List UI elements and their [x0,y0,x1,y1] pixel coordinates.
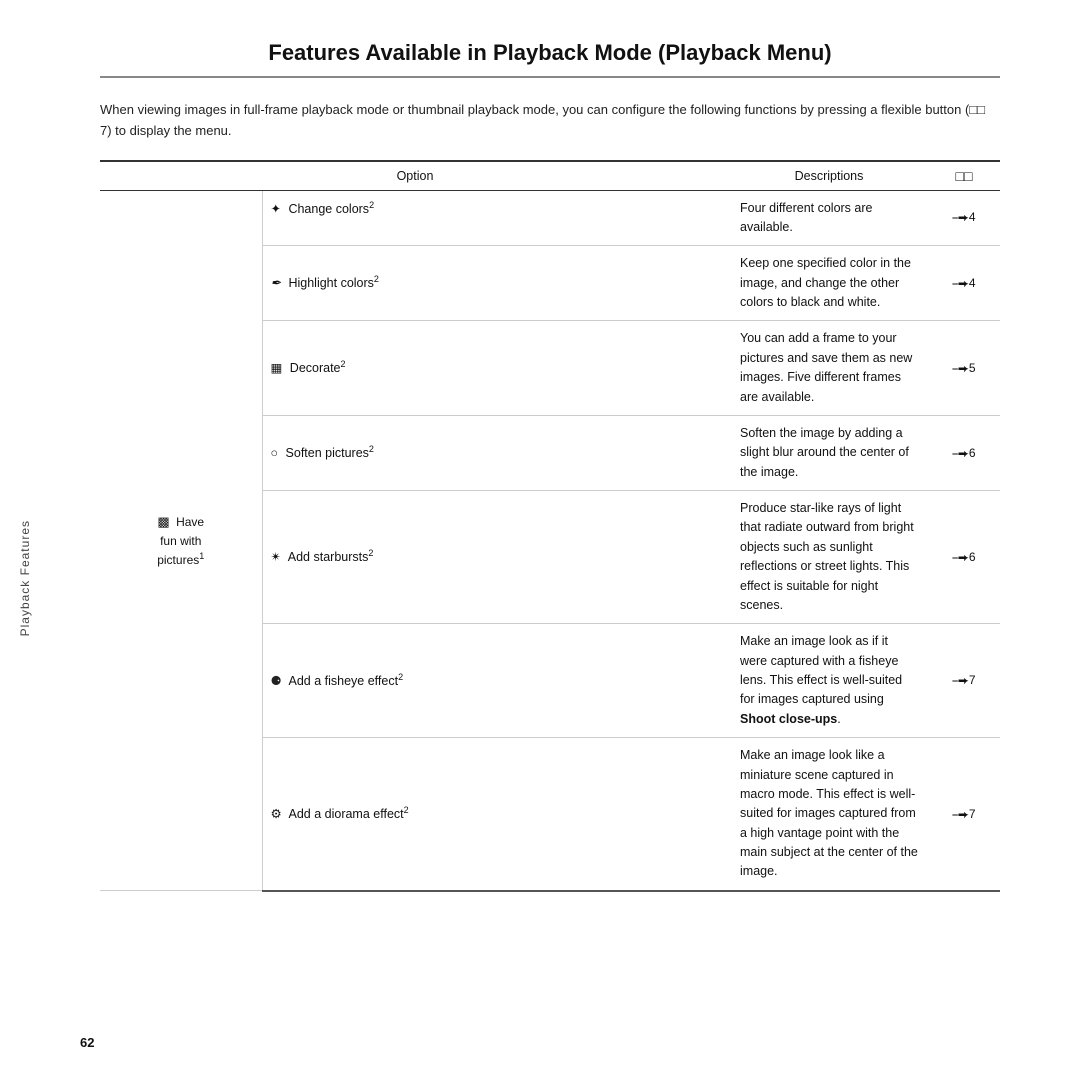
desc-soften: Soften the image by adding a slight blur… [730,415,928,490]
col-header-option: Option [100,161,730,191]
option-highlight-colors: ✒ Highlight colors2 [262,246,730,321]
row-group-icon: ▩ [157,514,169,529]
option-diorama: ⚙ Add a diorama effect2 [262,738,730,891]
ref-fisheye: ⎯⮕7 [928,624,1000,738]
desc-diorama: Make an image look like a miniature scen… [730,738,928,891]
option-soften: ○ Soften pictures2 [262,415,730,490]
option-fisheye: ⚈ Add a fisheye effect2 [262,624,730,738]
table-row: ▩ Havefun withpictures1 ✦ Change colors2… [100,190,1000,246]
desc-change-colors: Four different colors are available. [730,190,928,246]
option-change-colors: ✦ Change colors2 [262,190,730,246]
intro-text: When viewing images in full-frame playba… [100,100,1000,142]
desc-fisheye: Make an image look as if it were capture… [730,624,928,738]
desc-decorate: You can add a frame to your pictures and… [730,321,928,416]
decorate-icon: ▦ [271,359,283,378]
page-title: Features Available in Playback Mode (Pla… [100,40,1000,78]
highlight-colors-icon: ✒ [271,274,281,293]
change-colors-icon: ✦ [271,200,281,219]
ref-soften: ⎯⮕6 [928,415,1000,490]
diorama-icon: ⚙ [271,805,282,824]
col-header-icon: □□ [928,161,1000,191]
col-header-descriptions: Descriptions [730,161,928,191]
fisheye-icon: ⚈ [271,672,282,691]
ref-decorate: ⎯⮕5 [928,321,1000,416]
starbursts-icon: ✴ [271,548,281,567]
features-table: Option Descriptions □□ ▩ Havefun withpic… [100,160,1000,892]
page-number: 62 [80,1035,94,1050]
ref-change-colors: ⎯⮕4 [928,190,1000,246]
desc-starbursts: Produce star-like rays of light that rad… [730,491,928,624]
ref-diorama: ⎯⮕7 [928,738,1000,891]
ref-starbursts: ⎯⮕6 [928,491,1000,624]
soften-icon: ○ [271,444,279,463]
option-starbursts: ✴ Add starbursts2 [262,491,730,624]
ref-highlight-colors: ⎯⮕4 [928,246,1000,321]
option-decorate: ▦ Decorate2 [262,321,730,416]
desc-highlight-colors: Keep one specified color in the image, a… [730,246,928,321]
